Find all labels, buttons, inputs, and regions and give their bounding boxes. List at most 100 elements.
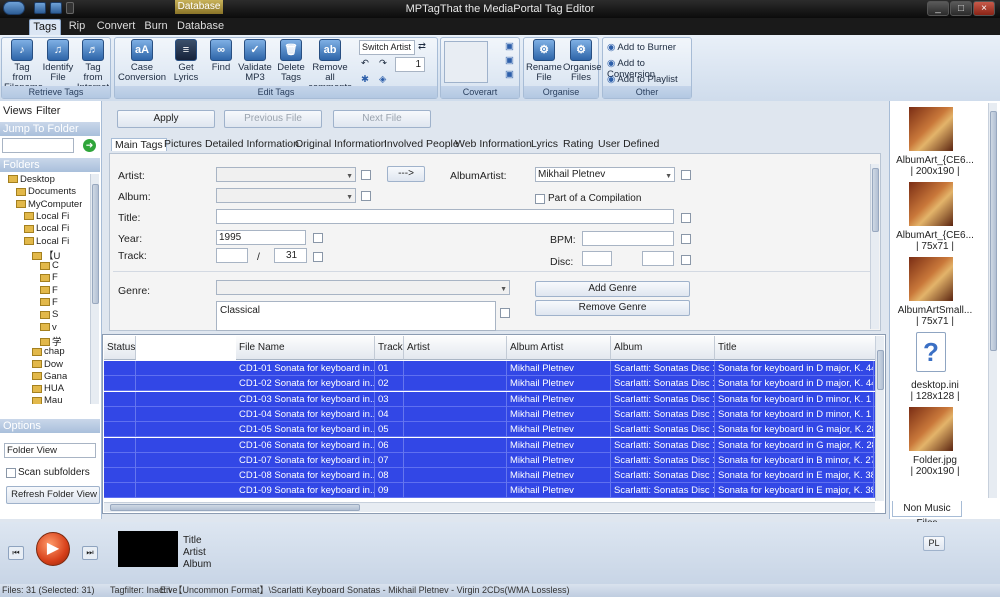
tree-item[interactable]: Gana — [0, 371, 67, 383]
track-number-field[interactable] — [216, 248, 248, 263]
right-scrollbar[interactable] — [988, 103, 997, 498]
artist-combo[interactable]: ▼ — [216, 167, 356, 182]
tree-item[interactable]: Local Fi — [0, 236, 69, 248]
bpm-field[interactable] — [582, 231, 674, 246]
grid-hscrollbar[interactable] — [104, 502, 875, 512]
form-scroll-thumb[interactable] — [872, 168, 879, 232]
tag-tab[interactable]: Main Tags — [111, 138, 167, 151]
year-checkbox[interactable] — [313, 233, 323, 243]
tag-tab[interactable]: Web Information — [455, 138, 532, 150]
tab-burn[interactable]: Burn — [142, 19, 170, 35]
tree-item[interactable]: v — [0, 322, 57, 334]
tag-tab[interactable]: Involved People — [384, 138, 459, 150]
column-header[interactable]: Album Artist — [507, 336, 611, 360]
minimize-icon[interactable]: _ — [927, 1, 949, 16]
table-row[interactable]: CD1-01 Sonata for keyboard in... 01 Mikhai… — [104, 361, 876, 376]
image-thumbnail[interactable] — [909, 407, 953, 451]
album-checkbox[interactable] — [361, 191, 371, 201]
disc-total-field[interactable] — [642, 251, 674, 266]
add-to-burner-button[interactable]: ◉ Add to Burner — [607, 42, 676, 53]
refresh-folder-button[interactable]: Refresh Folder View — [6, 486, 100, 504]
track-checkbox[interactable] — [313, 252, 323, 262]
rotate-right-icon[interactable]: ↷ — [379, 58, 387, 69]
image-thumbnail[interactable] — [909, 107, 953, 151]
tag-tab[interactable]: Detailed Information — [205, 138, 299, 150]
get-lyrics-button[interactable]: ≡ Get Lyrics — [169, 39, 203, 83]
column-header[interactable]: File Name — [236, 336, 375, 360]
album-artist-checkbox[interactable] — [681, 170, 691, 180]
table-row[interactable]: CD1-09 Sonata for keyboard in... 09 Mikhai… — [104, 483, 876, 499]
rename-file-button[interactable]: ⚙ Rename File — [526, 39, 562, 83]
tree-item[interactable]: HUA — [0, 383, 64, 395]
tree-item[interactable]: Mau — [0, 395, 62, 404]
year-field[interactable]: 1995 — [216, 230, 306, 245]
compilation-checkbox[interactable] — [535, 194, 545, 204]
table-row[interactable]: CD1-02 Sonata for keyboard in... 02 Mikhai… — [104, 376, 876, 392]
identify-file-button[interactable]: ♫ Identify File — [41, 39, 75, 83]
tag-tab[interactable]: Rating — [563, 138, 593, 150]
tab-database[interactable]: Database — [177, 19, 224, 35]
genre-combo[interactable]: ▼ — [216, 280, 510, 295]
track-total-field[interactable]: 31 — [274, 248, 307, 263]
right-scroll-thumb[interactable] — [990, 111, 997, 351]
jump-folder-input[interactable] — [2, 138, 74, 153]
find-button[interactable]: ∞ Find — [207, 39, 235, 73]
column-header[interactable]: Title — [715, 336, 876, 360]
image-thumbnail[interactable] — [909, 257, 953, 301]
next-track-icon[interactable]: ⏭ — [82, 546, 98, 560]
genre-list[interactable]: Classical — [216, 301, 496, 331]
tab-convert[interactable]: Convert — [96, 19, 136, 35]
grid-hscroll-thumb[interactable] — [110, 504, 360, 511]
previous-track-icon[interactable]: ⏮ — [8, 546, 24, 560]
case-conversion-button[interactable]: aA Case Conversion — [117, 39, 167, 83]
tree-item[interactable]: C — [0, 260, 59, 272]
image-thumbnail[interactable] — [909, 182, 953, 226]
tab-views[interactable]: Views — [3, 105, 32, 117]
tree-scrollbar[interactable] — [90, 174, 99, 404]
copy-artist-button[interactable]: ---> — [387, 166, 425, 182]
cover-open-icon[interactable]: ▣ — [505, 41, 514, 52]
close-icon[interactable]: × — [973, 1, 995, 16]
number-field[interactable]: 1 — [395, 57, 425, 72]
previous-file-button[interactable]: Previous File — [224, 110, 322, 128]
tree-item[interactable]: S — [0, 309, 58, 321]
folder-tree[interactable]: Desktop Documents MyComputer Local Fi Local … — [0, 174, 92, 404]
title-field[interactable] — [216, 209, 674, 224]
tag-from-filename-button[interactable]: ♪ Tag from Filename — [4, 39, 43, 93]
go-icon[interactable]: ➜ — [83, 139, 96, 152]
tree-item[interactable]: 【U — [0, 248, 60, 260]
remove-comments-button[interactable]: ab Remove all comments — [308, 39, 352, 93]
apply-button[interactable]: Apply — [117, 110, 215, 128]
cover-remove-icon[interactable]: ▣ — [505, 69, 514, 80]
tree-item[interactable]: chap — [0, 346, 65, 358]
cover-save-icon[interactable]: ▣ — [505, 55, 514, 66]
rotate-left-icon[interactable]: ↶ — [361, 58, 369, 69]
tree-item[interactable]: 学 — [0, 334, 62, 346]
bpm-checkbox[interactable] — [681, 234, 691, 244]
tree-scroll-thumb[interactable] — [92, 184, 99, 304]
maximize-icon[interactable]: □ — [950, 1, 972, 16]
tree-item[interactable]: F — [0, 285, 58, 297]
table-row[interactable]: CD1-08 Sonata for keyboard in... 08 Mikhai… — [104, 468, 876, 484]
disc-number-field[interactable] — [582, 251, 612, 266]
column-header[interactable]: Status — [104, 336, 136, 360]
validate-mp3-button[interactable]: ✓ Validate MP3 — [237, 39, 273, 83]
grid-scroll-thumb[interactable] — [877, 350, 884, 390]
column-header[interactable]: Artist — [404, 336, 507, 360]
scan-subfolders-checkbox[interactable] — [6, 468, 16, 478]
tag-tab[interactable]: Lyrics — [531, 138, 558, 150]
disc-checkbox[interactable] — [681, 255, 691, 265]
unknown-file-icon[interactable]: ? — [916, 332, 946, 372]
genre-checkbox[interactable] — [500, 308, 510, 318]
table-row[interactable]: CD1-06 Sonata for keyboard in... 06 Mikhai… — [104, 437, 876, 453]
tag-from-internet-button[interactable]: ♬ Tag from Internet — [76, 39, 110, 93]
add-genre-button[interactable]: Add Genre — [535, 281, 690, 297]
table-row[interactable]: CD1-04 Sonata for keyboard in... 04 Mikhai… — [104, 406, 876, 422]
tab-rip[interactable]: Rip — [65, 19, 89, 35]
column-header[interactable]: Track — [375, 336, 404, 360]
tree-item[interactable]: Local Fi — [0, 211, 69, 223]
grid-scrollbar[interactable] — [875, 336, 884, 501]
tab-filter[interactable]: Filter — [36, 105, 60, 117]
table-row[interactable]: CD1-05 Sonata for keyboard in... 05 Mikhai… — [104, 422, 876, 438]
tree-item[interactable]: F — [0, 272, 58, 284]
